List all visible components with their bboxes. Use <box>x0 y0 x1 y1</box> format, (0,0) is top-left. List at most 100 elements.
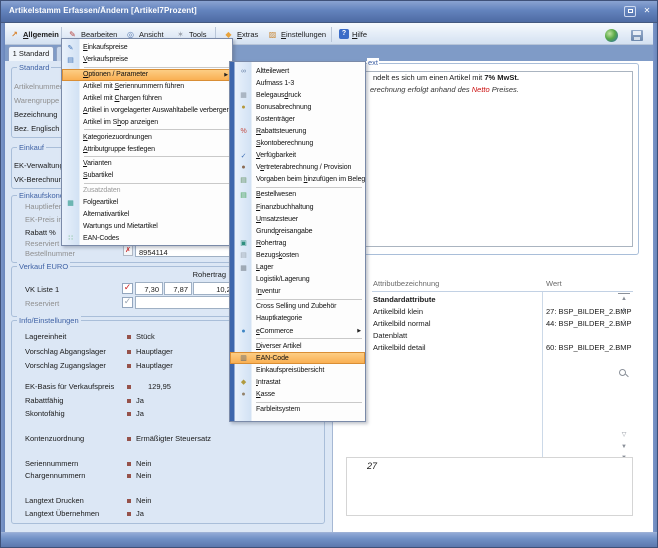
hint-line-2: erechnung erfolgt anhand des Netto Preis… <box>370 85 519 94</box>
menu-item-cross-selling-und-zubeh-r[interactable]: Cross Selling und Zubehör <box>230 301 365 313</box>
menu-item-label: Belegausdruck <box>256 92 301 99</box>
menu-item-subartikel[interactable]: Subartikel <box>62 170 232 182</box>
table-row-group[interactable]: Standardattribute <box>373 295 436 304</box>
label-ek-preis-in: EK-Preis in <box>25 215 63 224</box>
menu-item-label: Bestellwesen <box>256 191 296 198</box>
scroll-down-page-icon[interactable]: ▽ <box>618 430 630 440</box>
availability-icon: ✓ <box>235 152 252 160</box>
close-button[interactable]: ✕ <box>641 6 653 17</box>
table-row[interactable]: Artikelbild klein <box>373 307 423 316</box>
menu-item-label: Einkaufspreisübersicht <box>256 367 324 374</box>
delete-value-icon[interactable]: ✗ <box>123 245 133 256</box>
menu-item-artikel-mit-chargen-f-hren[interactable]: Artikel mit Chargen führen <box>62 93 232 105</box>
reserviert-checkbox[interactable]: ✓ <box>122 297 133 308</box>
menu-item-zusatzdaten[interactable]: Zusatzdaten <box>62 185 232 197</box>
menu-item-grundpreisangabe[interactable]: Grundpreisangabe <box>230 225 365 237</box>
menu-item-artikel-in-vorgelagerter-auswahltabelle-verbergen[interactable]: Artikel in vorgelagerter Auswahltabelle … <box>62 104 232 116</box>
menu-item-vertreterabrechnung-provision[interactable]: ●Vertreterabrechnung / Provision <box>230 162 365 174</box>
menu-item-rabattsteuerung[interactable]: %Rabattsteuerung <box>230 125 365 137</box>
menu-item-varianten[interactable]: Varianten <box>62 158 232 170</box>
vk-price-1-input[interactable]: 7,30 <box>135 282 163 295</box>
menu-item-artikel-im-shop-anzeigen[interactable]: Artikel im Shop anzeigen <box>62 116 232 128</box>
menu-item-label: Alternativartikel <box>83 211 129 218</box>
agent-icon: ● <box>235 164 252 171</box>
menu-item-label: Logistik/Lagerung <box>256 276 310 283</box>
menu-item-ean-codes[interactable]: ∷EAN-Codes <box>62 232 232 244</box>
menu-separator <box>84 129 229 130</box>
hint-netto-red: Netto <box>472 85 490 94</box>
menu-item-artikel-mit-seriennummern-f-hren[interactable]: Artikel mit Seriennummern führen <box>62 81 232 93</box>
menu-item-farbleitsystem[interactable]: Farbleitsystem <box>230 404 365 416</box>
table-row[interactable]: Datenblatt <box>373 331 407 340</box>
globe-icon[interactable] <box>605 29 618 42</box>
menu-item-einkaufspreis-bersicht[interactable]: Einkaufspreisübersicht <box>230 364 365 376</box>
equals-bullet-icon <box>127 462 131 466</box>
reserviert-input[interactable] <box>135 296 239 309</box>
table-header-divider <box>372 291 633 292</box>
menu-item-vorgaben-beim-hinzuf-gen-im-beleg[interactable]: ▤Vorgaben beim hinzufügen im Beleg <box>230 174 365 186</box>
menu-item-altteilewert[interactable]: ∞Altteilewert <box>230 65 365 77</box>
menubar-item-hilfe[interactable]: ? Hilfe <box>339 27 367 41</box>
menu-item-folgeartikel[interactable]: ▦Folgeartikel <box>62 197 232 209</box>
scroll-up-page-icon[interactable]: △ <box>618 317 630 327</box>
info-value: 129,95 <box>148 382 171 391</box>
table-cell-value[interactable]: 60: BSP_BILDER_2.BMP <box>546 343 631 352</box>
menu-item-label: Optionen / Parameter <box>83 71 148 78</box>
menu-item-verkaufspreise[interactable]: ▤Verkaufspreise <box>62 54 232 66</box>
menu-item-alternativartikel[interactable]: Alternativartikel <box>62 209 232 221</box>
scroll-up-icon[interactable]: ▲ <box>618 305 630 315</box>
menu-item-belegausdruck[interactable]: ▦Belegausdruck <box>230 89 365 101</box>
menu-item-rohertrag[interactable]: ▣Rohertrag <box>230 237 365 249</box>
scroll-down-icon[interactable]: ▼ <box>618 442 630 452</box>
info-value: Ja <box>136 409 144 418</box>
menu-item-diverser-artikel[interactable]: Diverser Artikel <box>230 340 365 352</box>
vk-price-2-input[interactable]: 7,87 <box>164 282 192 295</box>
menu-item-finanzbuchhaltung[interactable]: Finanzbuchhaltung <box>230 201 365 213</box>
menubar-item-einstellungen[interactable]: ▨ Einstellungen <box>267 27 326 41</box>
save-icon[interactable] <box>631 30 643 41</box>
table-row[interactable]: Artikelbild normal <box>373 319 431 328</box>
menubar-item-label: Hilfe <box>352 30 367 39</box>
menu-item-umsatzsteuer[interactable]: Umsatzsteuer <box>230 213 365 225</box>
search-magnifier-icon[interactable] <box>619 369 626 376</box>
vk-liste-checkbox[interactable]: ✓ <box>122 283 133 294</box>
table-header-wert[interactable]: Wert <box>546 279 562 288</box>
ecommerce-globe-icon: ● <box>235 328 252 335</box>
gross-profit-icon: ▣ <box>235 239 252 247</box>
title-bar: Artikelstamm Erfassen/Ändern [Artikel7Pr… <box>1 1 657 23</box>
menu-item-verf-gbarkeit[interactable]: ✓Verfügbarkeit <box>230 150 365 162</box>
menu-item-kasse[interactable]: ●Kasse <box>230 388 365 400</box>
menu-item-optionen-parameter[interactable]: Optionen / Parameter▶ <box>62 69 232 81</box>
menu-item-label: Artikel mit Seriennummern führen <box>83 83 184 90</box>
tab-standard[interactable]: 1 Standard <box>8 46 54 61</box>
menubar-item-label: Allgemein <box>23 30 59 39</box>
equals-bullet-icon <box>127 335 131 339</box>
menu-item-einkaufspreise[interactable]: ✎Einkaufspreise <box>62 42 232 54</box>
menubar-item-allgemein[interactable]: ↗ Allgemein <box>9 27 59 41</box>
footer-value: 27 <box>367 461 377 471</box>
menu-item-bestellwesen[interactable]: ▤Bestellwesen <box>230 189 365 201</box>
menu-item-bonusabrechnung[interactable]: ●Bonusabrechnung <box>230 101 365 113</box>
table-row[interactable]: Artikelbild detail <box>373 343 426 352</box>
menu-item-ecommerce[interactable]: ●eCommerce▶ <box>230 325 365 337</box>
menu-item-lager[interactable]: ▦Lager <box>230 262 365 274</box>
menu-item-skontoberechnung[interactable]: Skontoberechnung <box>230 138 365 150</box>
menu-item-inventur[interactable]: Inventur <box>230 286 365 298</box>
menu-item-kategoriezuordnungen[interactable]: Kategoriezuordnungen <box>62 131 232 143</box>
table-header-attributbezeichnung[interactable]: Attributbezeichnung <box>373 279 439 288</box>
scroll-to-top-icon[interactable]: ▲ <box>618 293 630 303</box>
menu-item-aufmass-1-3[interactable]: Aufmass 1-3 <box>230 77 365 89</box>
label-rohertrag-column: Rohertrag <box>181 270 226 279</box>
label-bezeichnung: Bezeichnung <box>14 110 57 119</box>
menu-item-hauptkategorie[interactable]: Hauptkategorie <box>230 313 365 325</box>
menu-item-label: Aufmass 1-3 <box>256 80 294 87</box>
menu-item-kostentr-ger[interactable]: Kostenträger <box>230 113 365 125</box>
menu-item-attributgruppe-festlegen[interactable]: Attributgruppe festlegen <box>62 143 232 155</box>
menu-item-bezugskosten[interactable]: ▤Bezugskosten <box>230 249 365 261</box>
restore-button[interactable] <box>624 6 636 17</box>
menu-item-logistik-lagerung[interactable]: Logistik/Lagerung <box>230 274 365 286</box>
menu-item-intrastat[interactable]: ◆Intrastat <box>230 376 365 388</box>
menu-item-wartungs-und-mietartikel[interactable]: Wartungs und Mietartikel <box>62 220 232 232</box>
bestellnummer-input[interactable]: 8954114 <box>135 245 239 257</box>
menu-item-ean-code[interactable]: ▥EAN-Code <box>230 352 365 364</box>
